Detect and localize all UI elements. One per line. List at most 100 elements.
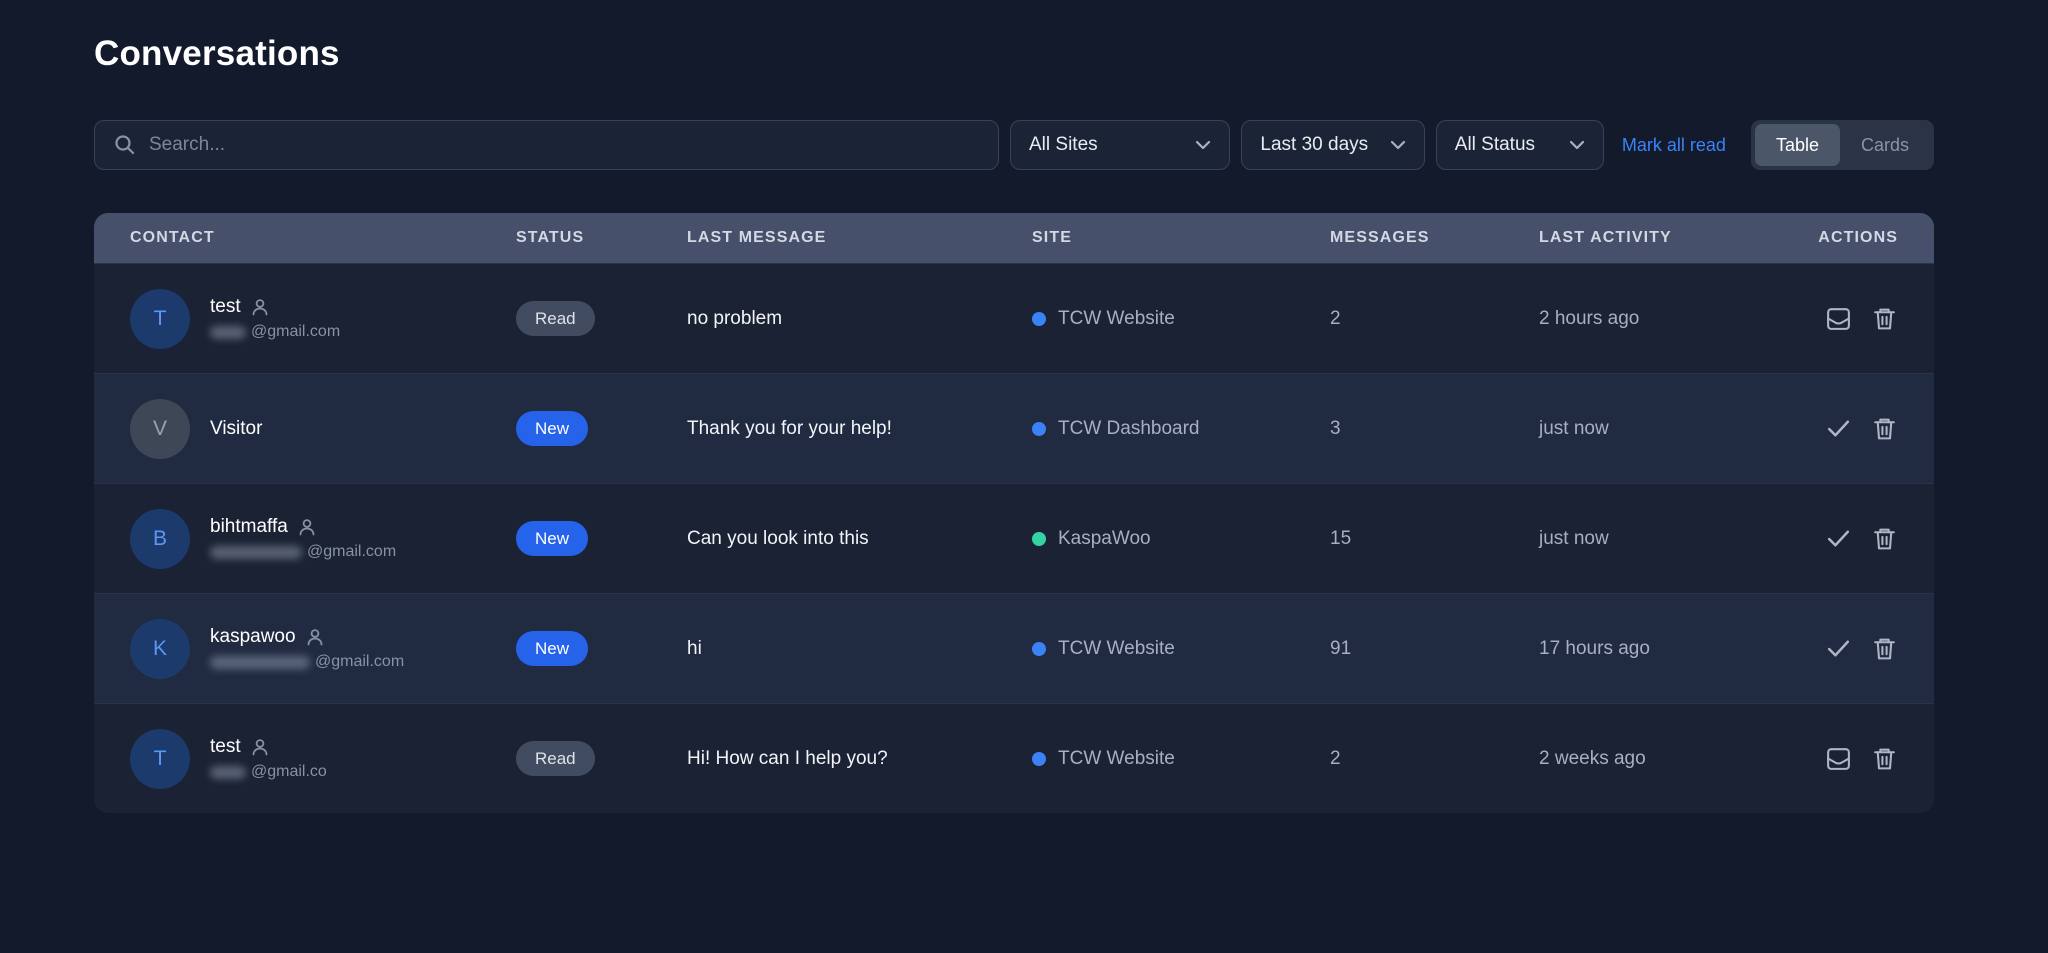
- last-activity: just now: [1539, 418, 1809, 440]
- trash-icon: [1871, 305, 1898, 332]
- last-activity: just now: [1539, 528, 1809, 550]
- chevron-down-icon: [1193, 135, 1213, 155]
- trash-icon: [1871, 415, 1898, 442]
- delete-button[interactable]: [1871, 415, 1898, 442]
- column-header-site: Site: [1032, 229, 1330, 247]
- sites-filter-value: All Sites: [1029, 134, 1098, 156]
- contact-cell: K kaspawoo @gmail.com: [130, 619, 516, 679]
- date-range-value: Last 30 days: [1260, 134, 1368, 156]
- table-row[interactable]: V Visitor New Thank you for your help! T…: [94, 373, 1934, 483]
- check-icon: [1825, 415, 1852, 442]
- mark-all-read-link[interactable]: Mark all read: [1622, 135, 1726, 156]
- last-message: no problem: [687, 308, 1032, 330]
- person-icon: [250, 297, 270, 317]
- view-toggle-cards[interactable]: Cards: [1840, 124, 1930, 166]
- delete-button[interactable]: [1871, 525, 1898, 552]
- site-name: TCW Website: [1058, 748, 1175, 770]
- check-icon: [1825, 635, 1852, 662]
- site-cell: TCW Website: [1032, 308, 1330, 330]
- status-filter-select[interactable]: All Status: [1436, 120, 1604, 170]
- column-header-contact: Contact: [130, 229, 516, 247]
- column-header-last-activity: Last Activity: [1539, 229, 1809, 247]
- last-activity: 17 hours ago: [1539, 638, 1809, 660]
- message-count: 3: [1330, 418, 1539, 440]
- contact-email: @gmail.co: [210, 763, 327, 781]
- sites-filter-select[interactable]: All Sites: [1010, 120, 1230, 170]
- contact-name: bihtmaffa: [210, 516, 288, 538]
- site-dot: [1032, 312, 1046, 326]
- redacted-email: [210, 656, 310, 669]
- avatar: T: [130, 729, 190, 789]
- view-toggle: Table Cards: [1751, 120, 1934, 170]
- table-row[interactable]: B bihtmaffa @gmail.com New Can you look …: [94, 483, 1934, 593]
- view-toggle-table[interactable]: Table: [1755, 124, 1840, 166]
- person-icon: [297, 517, 317, 537]
- site-dot: [1032, 532, 1046, 546]
- site-cell: TCW Website: [1032, 748, 1330, 770]
- contact-cell: T test @gmail.co: [130, 729, 516, 789]
- envelope-icon: [1825, 305, 1852, 332]
- contact-cell: B bihtmaffa @gmail.com: [130, 509, 516, 569]
- message-count: 91: [1330, 638, 1539, 660]
- message-count: 2: [1330, 308, 1539, 330]
- site-dot: [1032, 752, 1046, 766]
- contact-email: @gmail.com: [210, 323, 340, 341]
- redacted-email: [210, 326, 246, 339]
- message-count: 2: [1330, 748, 1539, 770]
- search-icon: [113, 133, 137, 157]
- delete-button[interactable]: [1871, 635, 1898, 662]
- column-header-messages: Messages: [1330, 229, 1539, 247]
- table-row[interactable]: K kaspawoo @gmail.com New hi TCW Website: [94, 593, 1934, 703]
- mark-unread-button[interactable]: [1825, 305, 1852, 332]
- site-cell: KaspaWoo: [1032, 528, 1330, 550]
- site-name: TCW Dashboard: [1058, 418, 1200, 440]
- mark-read-button[interactable]: [1825, 525, 1852, 552]
- contact-email: @gmail.com: [210, 543, 396, 561]
- search-input[interactable]: [149, 134, 980, 156]
- redacted-email: [210, 546, 302, 559]
- column-header-last-message: Last Message: [687, 229, 1032, 247]
- page-title: Conversations: [94, 34, 1934, 74]
- person-icon: [305, 627, 325, 647]
- message-count: 15: [1330, 528, 1539, 550]
- status-badge: New: [516, 631, 588, 666]
- avatar: K: [130, 619, 190, 679]
- conversations-table: Contact Status Last Message Site Message…: [94, 213, 1934, 813]
- status-badge: New: [516, 521, 588, 556]
- site-name: KaspaWoo: [1058, 528, 1151, 550]
- last-message: hi: [687, 638, 1032, 660]
- mark-unread-button[interactable]: [1825, 745, 1852, 772]
- date-range-select[interactable]: Last 30 days: [1241, 120, 1424, 170]
- contact-cell: T test @gmail.com: [130, 289, 516, 349]
- contact-email: @gmail.com: [210, 653, 404, 671]
- toolbar: All Sites Last 30 days All Status Mark a…: [94, 120, 1934, 170]
- delete-button[interactable]: [1871, 305, 1898, 332]
- last-message: Thank you for your help!: [687, 418, 1032, 440]
- site-dot: [1032, 642, 1046, 656]
- contact-name: test: [210, 736, 241, 758]
- avatar: V: [130, 399, 190, 459]
- last-message: Hi! How can I help you?: [687, 748, 1032, 770]
- last-message: Can you look into this: [687, 528, 1032, 550]
- table-row[interactable]: T test @gmail.com Read no problem TCW We…: [94, 263, 1934, 373]
- person-icon: [250, 737, 270, 757]
- trash-icon: [1871, 745, 1898, 772]
- mark-read-button[interactable]: [1825, 635, 1852, 662]
- delete-button[interactable]: [1871, 745, 1898, 772]
- last-activity: 2 hours ago: [1539, 308, 1809, 330]
- contact-cell: V Visitor: [130, 399, 516, 459]
- trash-icon: [1871, 635, 1898, 662]
- last-activity: 2 weeks ago: [1539, 748, 1809, 770]
- site-name: TCW Website: [1058, 638, 1175, 660]
- search-box: [94, 120, 999, 170]
- status-badge: Read: [516, 301, 595, 336]
- conversations-page: Conversations All Sites Last 30 days All…: [94, 0, 1934, 813]
- mark-read-button[interactable]: [1825, 415, 1852, 442]
- avatar: B: [130, 509, 190, 569]
- site-dot: [1032, 422, 1046, 436]
- chevron-down-icon: [1388, 135, 1408, 155]
- contact-name: test: [210, 296, 241, 318]
- redacted-email: [210, 766, 246, 779]
- table-row[interactable]: T test @gmail.co Read Hi! How can I help…: [94, 703, 1934, 813]
- site-cell: TCW Website: [1032, 638, 1330, 660]
